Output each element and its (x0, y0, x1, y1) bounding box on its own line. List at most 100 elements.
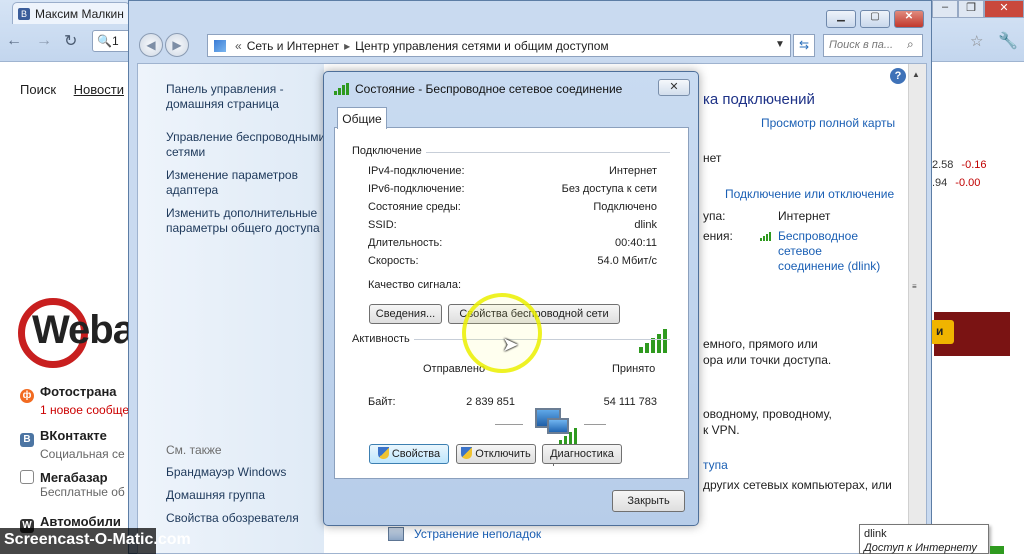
quote-row: 2.58 -0.16 (932, 159, 987, 171)
dialog-close-button[interactable]: ✕ (658, 79, 690, 96)
network-computers-icon (535, 404, 577, 444)
tooltip-subtitle: Доступ к Интернету (864, 542, 977, 554)
connection-group-label: Подключение (352, 145, 426, 157)
browser-minimize-button[interactable]: – (932, 0, 958, 18)
access-type-label: упа: (703, 209, 726, 223)
forward-button[interactable]: ▶ (165, 33, 189, 57)
ssid-value: dlink (634, 219, 657, 231)
sidebar-item-adapter[interactable]: Изменение параметров адаптера (166, 168, 326, 198)
browser-close-button[interactable]: ✕ (984, 0, 1024, 18)
scrollbar[interactable] (908, 64, 926, 553)
duration-label: Длительность: (368, 237, 443, 249)
network-type-text: нет (703, 151, 722, 165)
link-search[interactable]: Поиск (20, 82, 56, 97)
refresh-button[interactable]: ⇆ (793, 34, 815, 57)
signal-bar (645, 342, 649, 353)
sidebar-item-home[interactable]: Панель управления - домашняя страница (166, 82, 326, 112)
address-dropdown-icon[interactable]: ▼ (775, 39, 785, 50)
quote-row: .94 -0.00 (932, 177, 981, 189)
browser-address-bar[interactable]: 🔍1 (92, 30, 132, 52)
media-state-label: Состояние среды: (368, 201, 461, 213)
setup-text-2: ора или точки доступа. (703, 353, 832, 367)
browser-tab-title: Максим Малкин (35, 7, 124, 21)
vk-favicon-icon: В (18, 8, 30, 20)
fotostrana-icon: ф (20, 389, 34, 403)
signal-bar (651, 338, 655, 353)
disable-button[interactable]: Отключить (456, 444, 536, 464)
setup-text-3: оводному, проводному, (703, 407, 832, 421)
minimize-button[interactable]: ▁ (826, 10, 856, 28)
bookmark-star-icon[interactable]: ☆ (970, 32, 983, 50)
maximize-button[interactable]: ▢ (860, 10, 890, 28)
sidebar-item-sharing[interactable]: Изменить дополнительные параметры общего… (166, 206, 326, 236)
search-icon: 🔍 (97, 34, 112, 48)
breadcrumb-network[interactable]: Сеть и Интернет (247, 39, 339, 53)
logo-text: Weba (32, 308, 135, 352)
ipv6-value: Без доступа к сети (561, 183, 657, 195)
access-type-value: Интернет (778, 209, 831, 223)
connections-label: ения: (703, 229, 733, 243)
sent-label: Отправлено (423, 363, 486, 375)
network-center-icon (214, 40, 226, 52)
signal-bar (657, 333, 661, 353)
speed-value: 54.0 Мбит/с (597, 255, 657, 267)
see-also-internet-options[interactable]: Свойства обозревателя (166, 511, 326, 526)
browser-tab[interactable]: В Максим Малкин (12, 2, 130, 24)
properties-button[interactable]: Свойства (369, 444, 449, 464)
checkbox-icon (20, 470, 34, 484)
signal-bar (663, 329, 667, 353)
signal-quality-label: Качество сигнала: (368, 279, 462, 291)
full-map-link[interactable]: Просмотр полной карты (761, 116, 895, 130)
close-button[interactable]: ✕ (894, 10, 924, 28)
ssid-label: SSID: (368, 219, 397, 231)
forward-arrow-icon[interactable]: → (36, 32, 52, 50)
breadcrumb-network-center[interactable]: Центр управления сетями и общим доступом (355, 39, 609, 53)
bytes-sent-value: 2 839 851 (466, 396, 515, 408)
service-vkontakte[interactable]: В ВКонтакте Социальная се (20, 428, 132, 461)
ipv4-label: IPv4-подключение: (368, 165, 465, 177)
reload-icon[interactable]: ↻ (64, 31, 77, 51)
wrench-icon[interactable]: 🔧 (998, 31, 1018, 51)
scroll-up-icon[interactable]: ▲ (912, 70, 920, 79)
banner-button[interactable]: и (930, 320, 954, 344)
network-tooltip: dlink Доступ к Интернету (859, 524, 989, 554)
search-icon[interactable]: ⌕ (907, 37, 914, 52)
service-megabazar[interactable]: Мегабазар Бесплатные об (20, 470, 132, 499)
webalta-logo[interactable]: Weba (18, 298, 135, 372)
connect-disconnect-link[interactable]: Подключение или отключение (725, 187, 894, 201)
see-also-homegroup[interactable]: Домашняя группа (166, 488, 326, 503)
portal-top-links: Поиск Новости (20, 82, 138, 97)
other-computers-text: других сетевых компьютерах, или (703, 478, 892, 492)
back-arrow-icon[interactable]: ← (6, 32, 22, 50)
troubleshoot-link[interactable]: Устранение неполадок (414, 527, 541, 541)
tab-general[interactable]: Общие (337, 107, 387, 129)
close-dialog-button[interactable]: Закрыть (612, 490, 685, 512)
diagnose-button[interactable]: Диагностика (542, 444, 622, 464)
see-also-firewall[interactable]: Брандмауэр Windows (166, 465, 326, 480)
dialog-title: Состояние - Беспроводное сетевое соедине… (355, 82, 623, 96)
tray-network-icon[interactable] (990, 546, 1004, 554)
signal-bar (639, 347, 643, 353)
uac-shield-icon (461, 447, 473, 459)
address-text: 1 (111, 34, 119, 48)
watermark: Screencast-O-Matic.com (0, 528, 191, 554)
media-state-value: Подключено (593, 201, 657, 213)
ipv6-label: IPv6-подключение: (368, 183, 465, 195)
breadcrumb[interactable]: «Сеть и Интернет ▸ Центр управления сетями… (207, 34, 791, 57)
scroll-grip-icon[interactable]: ≡ (912, 282, 917, 291)
homegroup-link[interactable]: тупа (703, 458, 728, 472)
help-icon[interactable]: ? (890, 68, 906, 84)
connection-link[interactable]: Беспроводное сетевое соединение (dlink) (778, 229, 888, 274)
details-button[interactable]: Сведения... (369, 304, 442, 324)
back-button[interactable]: ◀ (139, 33, 163, 57)
browser-maximize-button[interactable]: ❐ (958, 0, 984, 18)
link-news[interactable]: Новости (74, 82, 124, 97)
page-title: ка подключений (703, 91, 815, 108)
uac-shield-icon (377, 447, 389, 459)
troubleshoot-icon (388, 527, 404, 541)
received-label: Принято (612, 363, 656, 375)
see-also-heading: См. также (166, 443, 222, 457)
duration-value: 00:40:11 (614, 237, 657, 249)
sidebar-item-wireless[interactable]: Управление беспроводными сетями (166, 130, 326, 160)
service-fotostrana[interactable]: ф Фотострана 1 новое сообще (20, 384, 132, 417)
